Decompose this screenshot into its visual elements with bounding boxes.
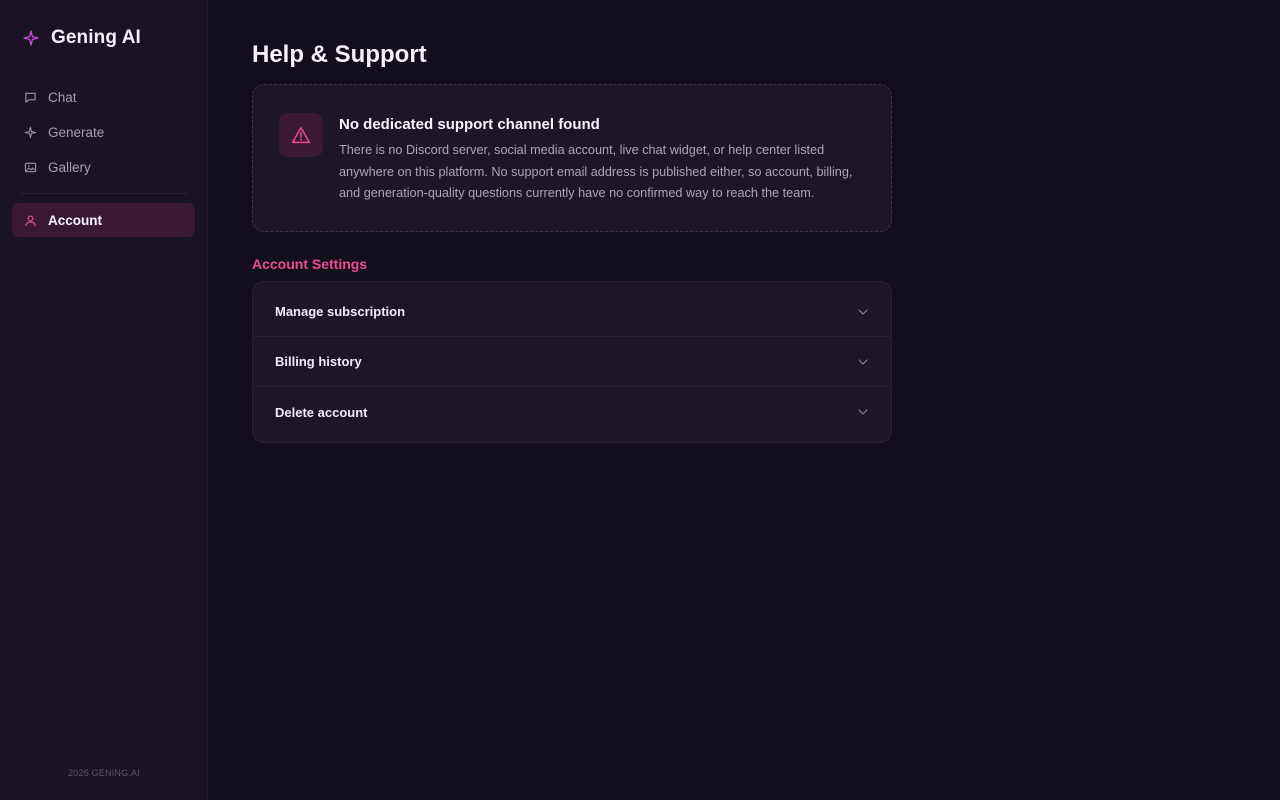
sparkle-icon: [23, 30, 39, 46]
page-title: Help & Support: [252, 41, 427, 68]
sidebar-item-account[interactable]: Account: [12, 203, 195, 237]
brand-name: Gening AI: [51, 27, 141, 48]
sidebar-divider: [20, 193, 187, 194]
sidebar-item-label: Account: [48, 212, 102, 228]
account-settings-list: Manage subscription Billing history Dele…: [252, 281, 892, 443]
manage-subscription-row[interactable]: Manage subscription: [253, 282, 891, 337]
support-alert-card: No dedicated support channel found There…: [252, 84, 892, 232]
section-label: Account Settings: [252, 256, 368, 272]
image-icon: [23, 160, 37, 174]
row-label: Manage subscription: [275, 304, 406, 319]
row-label: Delete account: [275, 404, 368, 420]
sidebar-item-label: Chat: [48, 89, 77, 105]
sidebar-item-gallery[interactable]: Gallery: [12, 150, 195, 184]
sidebar-nav: Chat Generate Gallery Account: [12, 80, 195, 237]
sidebar-item-label: Gallery: [48, 159, 91, 175]
brand[interactable]: Gening AI: [12, 0, 195, 76]
delete-account-row[interactable]: Delete account: [253, 387, 891, 442]
alert-title: No dedicated support channel found: [339, 116, 600, 133]
warning-triangle-icon: [279, 113, 323, 157]
sidebar-item-chat[interactable]: Chat: [12, 80, 195, 114]
user-icon: [23, 213, 37, 227]
chevron-down-icon[interactable]: [857, 306, 869, 318]
alert-body: No dedicated support channel found There…: [339, 113, 859, 203]
app-root: Gening AI Chat Generate Gallery Account …: [0, 0, 1280, 800]
sidebar-item-label: Generate: [48, 124, 105, 140]
chevron-down-icon[interactable]: [857, 406, 869, 418]
sparkle-icon: [23, 125, 37, 139]
footer-copyright: 2026 GENING.AI: [68, 768, 140, 778]
sidebar-item-generate[interactable]: Generate: [12, 115, 195, 149]
billing-history-row[interactable]: Billing history: [253, 337, 891, 387]
sidebar: Gening AI Chat Generate Gallery Account …: [0, 0, 208, 800]
chat-bubble-icon: [23, 90, 37, 104]
main-content: Help & Support No dedicated support chan…: [208, 0, 1280, 800]
chevron-down-icon[interactable]: [857, 356, 869, 368]
alert-text: There is no Discord server, social media…: [339, 143, 853, 200]
row-label: Billing history: [275, 354, 362, 369]
